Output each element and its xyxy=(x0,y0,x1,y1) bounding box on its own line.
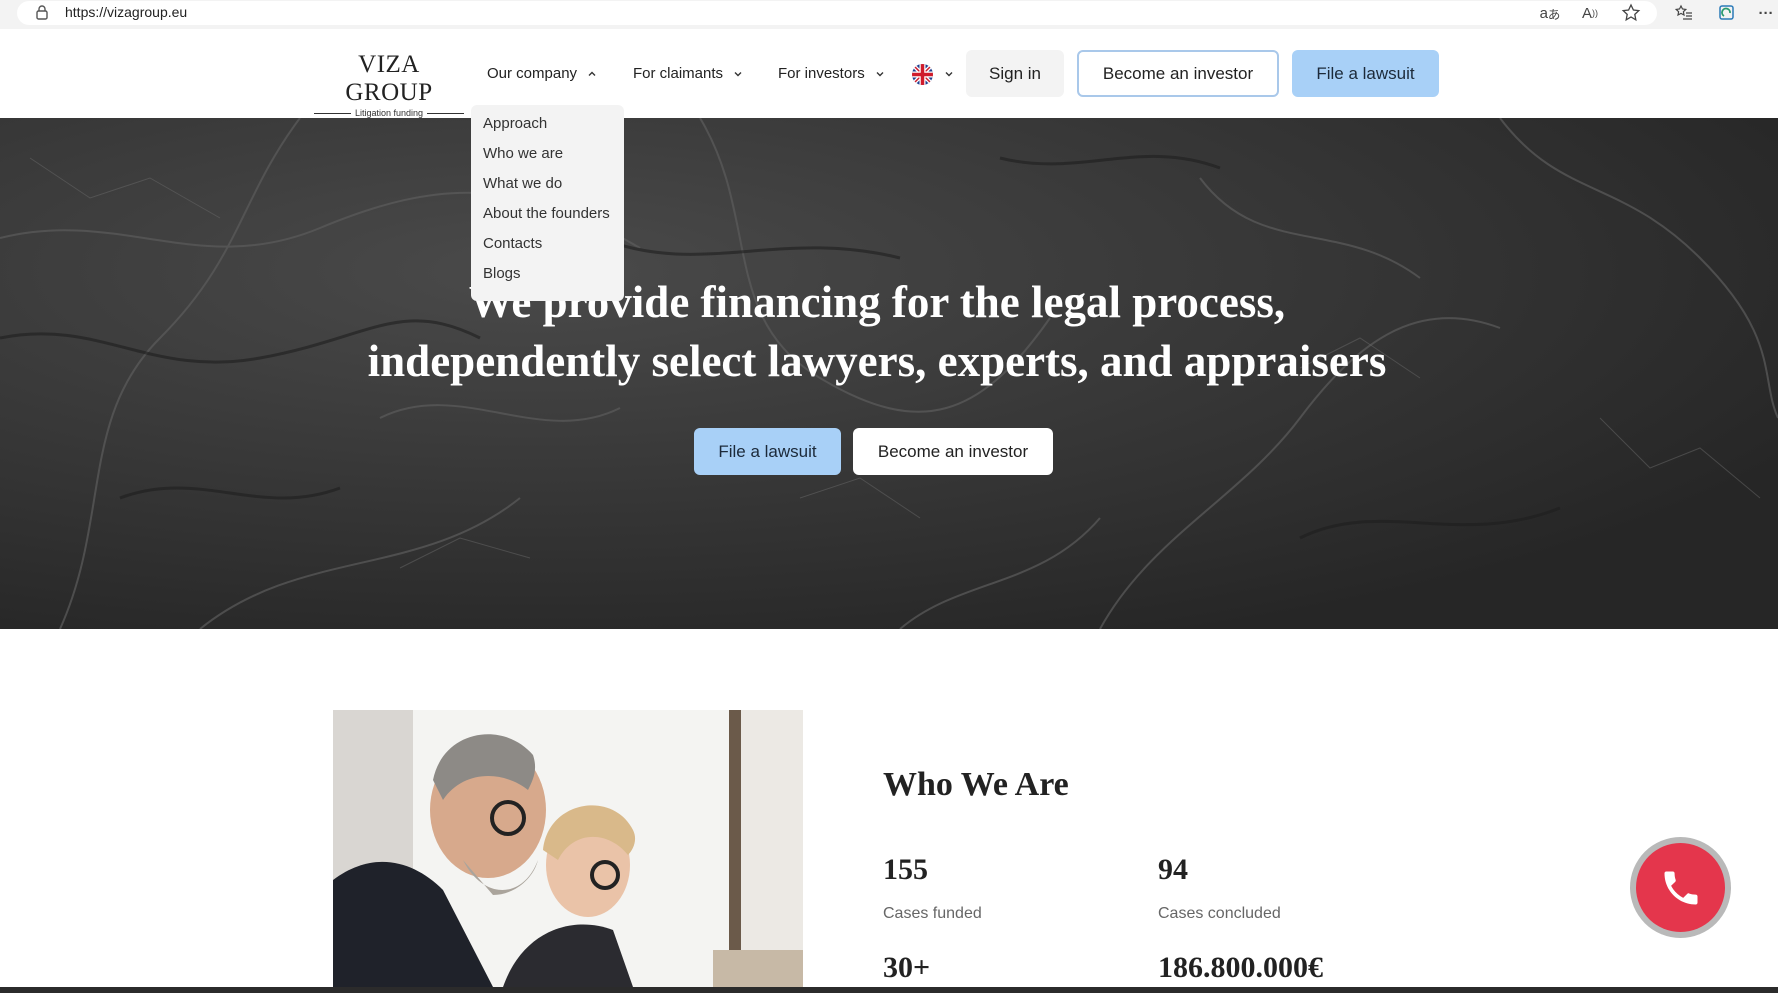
url-text[interactable]: https://vizagroup.eu xyxy=(65,4,187,20)
more-icon[interactable]: ··· xyxy=(1756,3,1776,23)
stat-value-cases-concluded: 94 xyxy=(1158,853,1188,886)
team-photo xyxy=(333,710,803,987)
hero-heading-line-2: independently select lawyers, experts, a… xyxy=(367,336,1387,386)
hero-file-lawsuit-button[interactable]: File a lawsuit xyxy=(694,428,841,475)
who-we-are-heading: Who We Are xyxy=(883,766,1069,803)
stat-label-cases-concluded: Cases concluded xyxy=(1158,905,1281,922)
read-aloud-icon[interactable]: A)) xyxy=(1580,3,1600,23)
nav-for-claimants[interactable]: For claimants xyxy=(633,65,743,82)
favorites-list-icon[interactable] xyxy=(1674,3,1694,23)
hero-heading-line-1: We provide financing for the legal proce… xyxy=(468,277,1286,327)
chevron-up-icon xyxy=(588,71,596,76)
dropdown-item-blogs[interactable]: Blogs xyxy=(471,266,624,296)
logo[interactable]: VIZA GROUP Litigation funding xyxy=(314,51,464,118)
logo-tagline: Litigation funding xyxy=(354,108,424,118)
site-header: VIZA GROUP Litigation funding Our compan… xyxy=(0,29,1778,118)
stat-value-4: 186.800.000€ xyxy=(1158,951,1323,984)
file-lawsuit-button[interactable]: File a lawsuit xyxy=(1292,50,1439,97)
dropdown-item-contacts[interactable]: Contacts xyxy=(471,236,624,266)
translate-icon[interactable]: aあ xyxy=(1540,3,1561,23)
nav-label: Our company xyxy=(487,65,578,82)
nav-for-investors[interactable]: For investors xyxy=(778,65,885,82)
dropdown-item-what-we-do[interactable]: What we do xyxy=(471,176,624,206)
dropdown-item-about-founders[interactable]: About the founders xyxy=(471,206,624,236)
hero-become-investor-button[interactable]: Become an investor xyxy=(853,428,1053,475)
nav-our-company[interactable]: Our company xyxy=(487,65,597,82)
address-bar[interactable] xyxy=(17,1,1657,25)
logo-text: VIZA GROUP xyxy=(345,51,433,106)
favorite-star-icon[interactable] xyxy=(1621,3,1641,23)
chevron-down-icon xyxy=(734,71,742,76)
hero-section: We provide financing for the legal proce… xyxy=(0,118,1778,629)
nav-label: For claimants xyxy=(633,65,724,82)
hero-heading: We provide financing for the legal proce… xyxy=(0,273,1754,391)
bottom-bar xyxy=(0,987,1778,993)
become-investor-button[interactable]: Become an investor xyxy=(1077,50,1279,97)
dropdown-item-who-we-are[interactable]: Who we are xyxy=(471,146,624,176)
sign-in-button[interactable]: Sign in xyxy=(966,50,1064,97)
stat-value-3: 30+ xyxy=(883,951,931,984)
dropdown-item-approach[interactable]: Approach xyxy=(471,116,624,146)
browser-toolbar: https://vizagroup.eu aあ A)) ··· xyxy=(0,0,1778,29)
uk-flag-icon[interactable] xyxy=(912,64,933,85)
stat-value-cases-funded: 155 xyxy=(883,853,928,886)
our-company-dropdown: Approach Who we are What we do About the… xyxy=(471,105,624,301)
call-button[interactable] xyxy=(1630,837,1731,938)
phone-icon xyxy=(1664,871,1697,904)
chevron-down-icon[interactable] xyxy=(944,69,954,79)
collections-icon[interactable] xyxy=(1717,3,1737,23)
nav-label: For investors xyxy=(778,65,865,82)
stat-label-cases-funded: Cases funded xyxy=(883,905,982,922)
lock-icon[interactable] xyxy=(35,4,49,20)
chevron-down-icon xyxy=(876,71,884,76)
